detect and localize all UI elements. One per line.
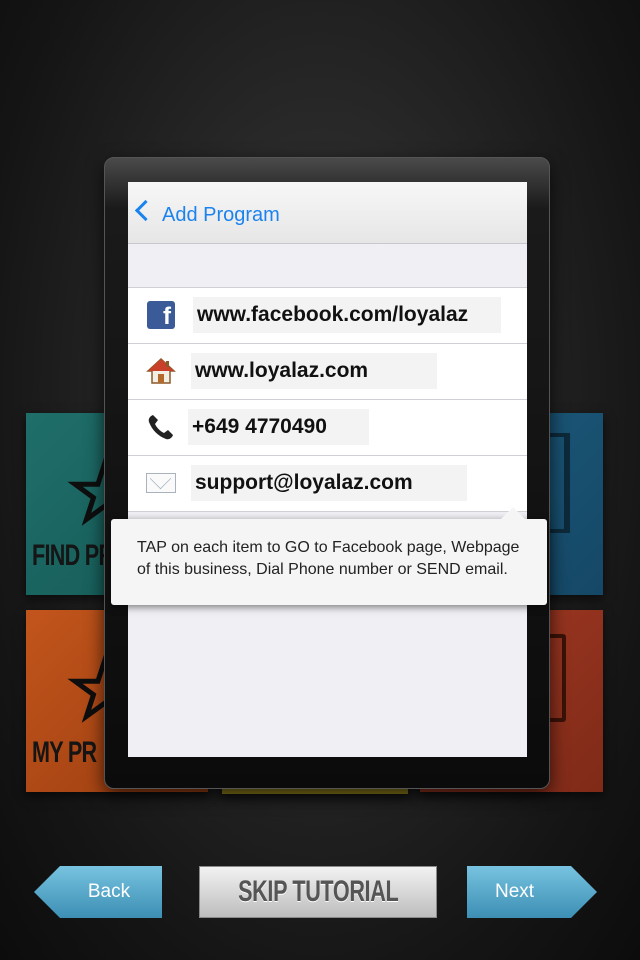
skip-tutorial-button[interactable]: SKIP TUTORIAL xyxy=(199,866,437,918)
device-screen: Add Program f www.facebook.com/loyalaz w… xyxy=(128,182,527,757)
email-link[interactable]: support@loyalaz.com xyxy=(191,465,467,501)
phone-link[interactable]: +649 4770490 xyxy=(188,409,369,445)
contact-list: f www.facebook.com/loyalaz www.loyalaz.c… xyxy=(128,287,527,512)
my-programs-label: MY PR xyxy=(32,736,97,769)
phone-icon xyxy=(146,412,176,442)
chevron-left-icon[interactable] xyxy=(134,199,157,222)
tutorial-tooltip: TAP on each item to GO to Facebook page,… xyxy=(111,507,547,605)
home-icon xyxy=(146,356,176,386)
mail-icon xyxy=(146,468,176,498)
facebook-icon: f xyxy=(146,300,176,330)
facebook-link[interactable]: www.facebook.com/loyalaz xyxy=(193,297,501,333)
website-row[interactable]: www.loyalaz.com xyxy=(128,344,527,400)
facebook-row[interactable]: f www.facebook.com/loyalaz xyxy=(128,288,527,344)
add-program-back-link[interactable]: Add Program xyxy=(162,204,280,227)
nav-bar: Add Program xyxy=(128,182,527,244)
back-button[interactable]: Back xyxy=(34,866,162,918)
email-row[interactable]: support@loyalaz.com xyxy=(128,456,527,512)
phone-row[interactable]: +649 4770490 xyxy=(128,400,527,456)
tooltip-text: TAP on each item to GO to Facebook page,… xyxy=(137,539,520,578)
tooltip-arrow xyxy=(501,507,525,519)
website-link[interactable]: www.loyalaz.com xyxy=(191,353,437,389)
skip-tutorial-label: SKIP TUTORIAL xyxy=(237,875,399,908)
find-programs-label: FIND PR xyxy=(32,539,114,572)
next-button[interactable]: Next xyxy=(467,866,597,918)
